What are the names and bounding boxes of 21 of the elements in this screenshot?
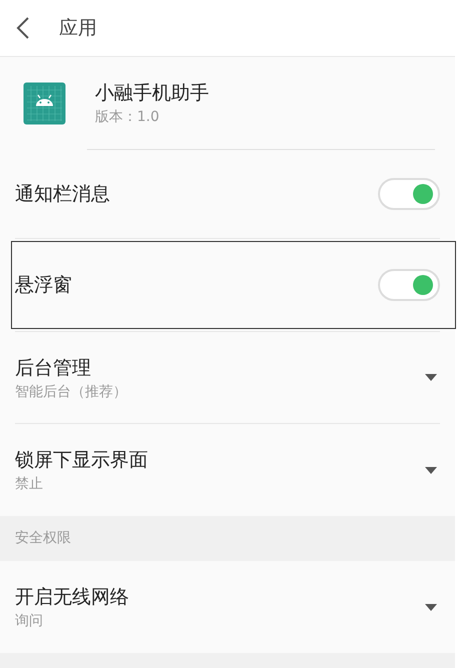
setting-value: 智能后台（推荐） xyxy=(15,382,127,402)
setting-row[interactable]: 锁屏下显示界面 禁止 xyxy=(15,424,440,516)
dropdown-caret-icon xyxy=(425,374,437,381)
setting-value: 禁止 xyxy=(15,475,44,494)
section-header: 安全权限 xyxy=(15,529,71,548)
setting-label: 锁屏下显示界面 xyxy=(15,448,148,473)
android-app-icon xyxy=(23,82,66,124)
page-title: 应用 xyxy=(59,16,97,41)
app-version: 版本：1.0 xyxy=(95,108,160,126)
setting-row[interactable]: 开启无线网络 询问 xyxy=(15,561,440,653)
setting-value: 询问 xyxy=(15,612,44,631)
setting-label: 通知栏消息 xyxy=(15,182,110,207)
dropdown-caret-icon xyxy=(425,466,437,474)
toggle-switch[interactable] xyxy=(378,178,440,210)
setting-label: 悬浮窗 xyxy=(15,272,72,298)
back-icon[interactable] xyxy=(16,17,30,39)
app-name: 小融手机助手 xyxy=(95,80,209,106)
dropdown-caret-icon xyxy=(425,604,437,610)
toggle-switch[interactable] xyxy=(378,269,440,301)
setting-label: 后台管理 xyxy=(15,356,92,380)
setting-label: 开启无线网络 xyxy=(15,585,129,610)
